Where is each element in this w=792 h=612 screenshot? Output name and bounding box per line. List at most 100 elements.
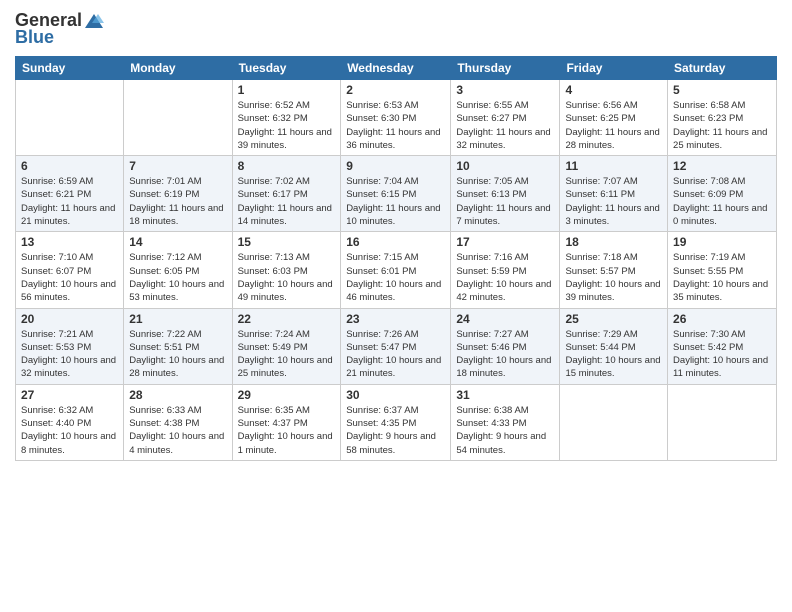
weekday-header-row: SundayMondayTuesdayWednesdayThursdayFrid… [16,57,777,80]
day-info: Sunrise: 6:56 AM Sunset: 6:25 PM Dayligh… [565,99,662,152]
day-info: Sunrise: 7:22 AM Sunset: 5:51 PM Dayligh… [129,328,226,381]
day-number: 13 [21,235,118,249]
calendar-cell: 19 Sunrise: 7:19 AM Sunset: 5:55 PM Dayli… [668,232,777,308]
calendar-cell: 9 Sunrise: 7:04 AM Sunset: 6:15 PM Daylig… [341,156,451,232]
logo-triangle-icon [84,13,104,29]
calendar-cell: 1 Sunrise: 6:52 AM Sunset: 6:32 PM Daylig… [232,80,341,156]
calendar-cell: 6Sunrise: 6:59 AM Sunset: 6:21 PM Daylig… [16,156,124,232]
logo: General Blue [15,10,106,48]
calendar-cell: 2 Sunrise: 6:53 AM Sunset: 6:30 PM Daylig… [341,80,451,156]
calendar-cell: 25 Sunrise: 7:29 AM Sunset: 5:44 PM Dayli… [560,308,668,384]
day-number: 10 [456,159,554,173]
day-info: Sunrise: 7:10 AM Sunset: 6:07 PM Dayligh… [21,251,118,304]
day-number: 14 [129,235,226,249]
calendar-week-row: 20 Sunrise: 7:21 AM Sunset: 5:53 PM Dayli… [16,308,777,384]
day-info: Sunrise: 6:53 AM Sunset: 6:30 PM Dayligh… [346,99,445,152]
calendar-cell: 27 Sunrise: 6:32 AM Sunset: 4:40 PM Dayli… [16,384,124,460]
calendar-cell [560,384,668,460]
logo-blue-text: Blue [15,27,54,48]
day-number: 23 [346,312,445,326]
calendar-cell: 30Sunrise: 6:37 AM Sunset: 4:35 PM Dayli… [341,384,451,460]
day-number: 21 [129,312,226,326]
calendar-cell: 13 Sunrise: 7:10 AM Sunset: 6:07 PM Dayli… [16,232,124,308]
day-info: Sunrise: 7:19 AM Sunset: 5:55 PM Dayligh… [673,251,771,304]
day-number: 19 [673,235,771,249]
calendar-cell: 10 Sunrise: 7:05 AM Sunset: 6:13 PM Dayli… [451,156,560,232]
day-info: Sunrise: 7:16 AM Sunset: 5:59 PM Dayligh… [456,251,554,304]
day-number: 24 [456,312,554,326]
day-number: 12 [673,159,771,173]
day-number: 31 [456,388,554,402]
day-info: Sunrise: 7:30 AM Sunset: 5:42 PM Dayligh… [673,328,771,381]
day-number: 2 [346,83,445,97]
day-number: 11 [565,159,662,173]
day-number: 27 [21,388,118,402]
day-number: 26 [673,312,771,326]
weekday-header-wednesday: Wednesday [341,57,451,80]
day-number: 9 [346,159,445,173]
calendar-cell: 22Sunrise: 7:24 AM Sunset: 5:49 PM Dayli… [232,308,341,384]
day-number: 15 [238,235,336,249]
day-info: Sunrise: 7:21 AM Sunset: 5:53 PM Dayligh… [21,328,118,381]
calendar-week-row: 1 Sunrise: 6:52 AM Sunset: 6:32 PM Daylig… [16,80,777,156]
calendar-cell: 16 Sunrise: 7:15 AM Sunset: 6:01 PM Dayli… [341,232,451,308]
day-number: 22 [238,312,336,326]
day-info: Sunrise: 7:08 AM Sunset: 6:09 PM Dayligh… [673,175,771,228]
calendar-cell: 12 Sunrise: 7:08 AM Sunset: 6:09 PM Dayli… [668,156,777,232]
day-number: 5 [673,83,771,97]
day-info: Sunrise: 6:55 AM Sunset: 6:27 PM Dayligh… [456,99,554,152]
calendar-cell [16,80,124,156]
calendar-table: SundayMondayTuesdayWednesdayThursdayFrid… [15,56,777,461]
day-number: 17 [456,235,554,249]
day-number: 3 [456,83,554,97]
calendar-week-row: 13 Sunrise: 7:10 AM Sunset: 6:07 PM Dayli… [16,232,777,308]
day-info: Sunrise: 7:29 AM Sunset: 5:44 PM Dayligh… [565,328,662,381]
day-info: Sunrise: 7:27 AM Sunset: 5:46 PM Dayligh… [456,328,554,381]
page-container: General Blue SundayMondayTuesdayWednesda… [0,0,792,471]
calendar-cell: 28Sunrise: 6:33 AM Sunset: 4:38 PM Dayli… [124,384,232,460]
calendar-cell: 20 Sunrise: 7:21 AM Sunset: 5:53 PM Dayli… [16,308,124,384]
day-info: Sunrise: 6:33 AM Sunset: 4:38 PM Dayligh… [129,404,226,457]
weekday-header-tuesday: Tuesday [232,57,341,80]
day-info: Sunrise: 7:15 AM Sunset: 6:01 PM Dayligh… [346,251,445,304]
day-number: 20 [21,312,118,326]
day-number: 4 [565,83,662,97]
calendar-cell: 4 Sunrise: 6:56 AM Sunset: 6:25 PM Daylig… [560,80,668,156]
calendar-cell: 24 Sunrise: 7:27 AM Sunset: 5:46 PM Dayli… [451,308,560,384]
weekday-header-sunday: Sunday [16,57,124,80]
calendar-cell: 3 Sunrise: 6:55 AM Sunset: 6:27 PM Daylig… [451,80,560,156]
day-number: 18 [565,235,662,249]
day-info: Sunrise: 6:32 AM Sunset: 4:40 PM Dayligh… [21,404,118,457]
day-info: Sunrise: 6:35 AM Sunset: 4:37 PM Dayligh… [238,404,336,457]
calendar-cell: 26 Sunrise: 7:30 AM Sunset: 5:42 PM Dayli… [668,308,777,384]
day-info: Sunrise: 6:58 AM Sunset: 6:23 PM Dayligh… [673,99,771,152]
weekday-header-saturday: Saturday [668,57,777,80]
day-number: 1 [238,83,336,97]
calendar-cell: 23Sunrise: 7:26 AM Sunset: 5:47 PM Dayli… [341,308,451,384]
calendar-week-row: 27 Sunrise: 6:32 AM Sunset: 4:40 PM Dayli… [16,384,777,460]
day-number: 16 [346,235,445,249]
calendar-cell [124,80,232,156]
calendar-cell [668,384,777,460]
day-number: 25 [565,312,662,326]
day-info: Sunrise: 6:37 AM Sunset: 4:35 PM Dayligh… [346,404,445,457]
day-number: 29 [238,388,336,402]
day-number: 8 [238,159,336,173]
weekday-header-monday: Monday [124,57,232,80]
calendar-cell: 11 Sunrise: 7:07 AM Sunset: 6:11 PM Dayli… [560,156,668,232]
calendar-cell: 29 Sunrise: 6:35 AM Sunset: 4:37 PM Dayli… [232,384,341,460]
calendar-cell: 8 Sunrise: 7:02 AM Sunset: 6:17 PM Daylig… [232,156,341,232]
day-info: Sunrise: 7:04 AM Sunset: 6:15 PM Dayligh… [346,175,445,228]
day-info: Sunrise: 7:05 AM Sunset: 6:13 PM Dayligh… [456,175,554,228]
page-header: General Blue [15,10,777,48]
calendar-cell: 5 Sunrise: 6:58 AM Sunset: 6:23 PM Daylig… [668,80,777,156]
calendar-cell: 21 Sunrise: 7:22 AM Sunset: 5:51 PM Dayli… [124,308,232,384]
calendar-cell: 17 Sunrise: 7:16 AM Sunset: 5:59 PM Dayli… [451,232,560,308]
day-info: Sunrise: 7:13 AM Sunset: 6:03 PM Dayligh… [238,251,336,304]
day-info: Sunrise: 6:38 AM Sunset: 4:33 PM Dayligh… [456,404,554,457]
day-number: 6 [21,159,118,173]
day-info: Sunrise: 6:52 AM Sunset: 6:32 PM Dayligh… [238,99,336,152]
day-info: Sunrise: 7:07 AM Sunset: 6:11 PM Dayligh… [565,175,662,228]
calendar-cell: 15 Sunrise: 7:13 AM Sunset: 6:03 PM Dayli… [232,232,341,308]
day-info: Sunrise: 7:02 AM Sunset: 6:17 PM Dayligh… [238,175,336,228]
